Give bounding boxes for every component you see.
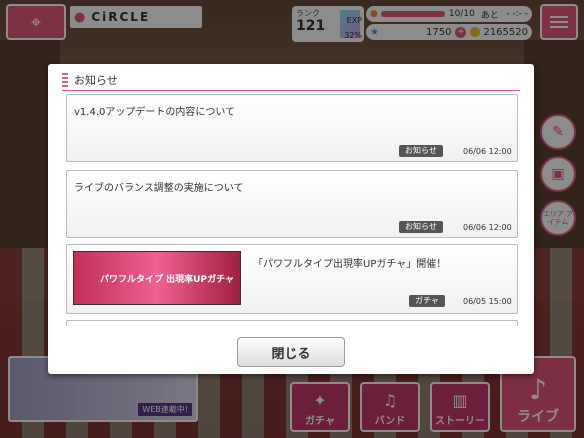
notice-tag: お知らせ (399, 145, 443, 157)
notice-dialog: お知らせ v1.4.0アップデートの内容について お知らせ 06/06 12:0… (48, 64, 534, 374)
close-button[interactable]: 閉じる (237, 337, 345, 367)
notice-item[interactable]: v1.4.0アップデートの内容について お知らせ 06/06 12:00 (66, 94, 518, 162)
notice-title: v1.4.0アップデートの内容について (74, 107, 236, 118)
notice-tag: お知らせ (399, 221, 443, 233)
notice-item[interactable]: パワフルタイプ 出現率UPガチャ 「パワフルタイプ出現率UPガチャ」開催！ ガチ… (66, 244, 518, 314)
notice-item[interactable]: ライブのバランス調整の実施について お知らせ 06/06 12:00 (66, 170, 518, 238)
notice-date: 06/06 12:00 (463, 147, 512, 156)
header-stripe-icon (62, 73, 68, 87)
notice-title: 「パワフルタイプ出現率UPガチャ」開催！ (253, 259, 447, 270)
notice-item[interactable] (66, 320, 518, 326)
notice-date: 06/06 12:00 (463, 223, 512, 232)
notice-date: 06/05 15:00 (463, 297, 512, 306)
gacha-banner-image: パワフルタイプ 出現率UPガチャ (73, 251, 241, 305)
dialog-header: お知らせ (62, 70, 520, 91)
gacha-banner-text: パワフルタイプ 出現率UPガチャ (100, 274, 234, 285)
dialog-title: お知らせ (74, 74, 118, 87)
notice-title: ライブのバランス調整の実施について (74, 183, 244, 194)
notice-list[interactable]: v1.4.0アップデートの内容について お知らせ 06/06 12:00 ライブ… (66, 94, 518, 326)
notice-tag: ガチャ (409, 295, 445, 307)
